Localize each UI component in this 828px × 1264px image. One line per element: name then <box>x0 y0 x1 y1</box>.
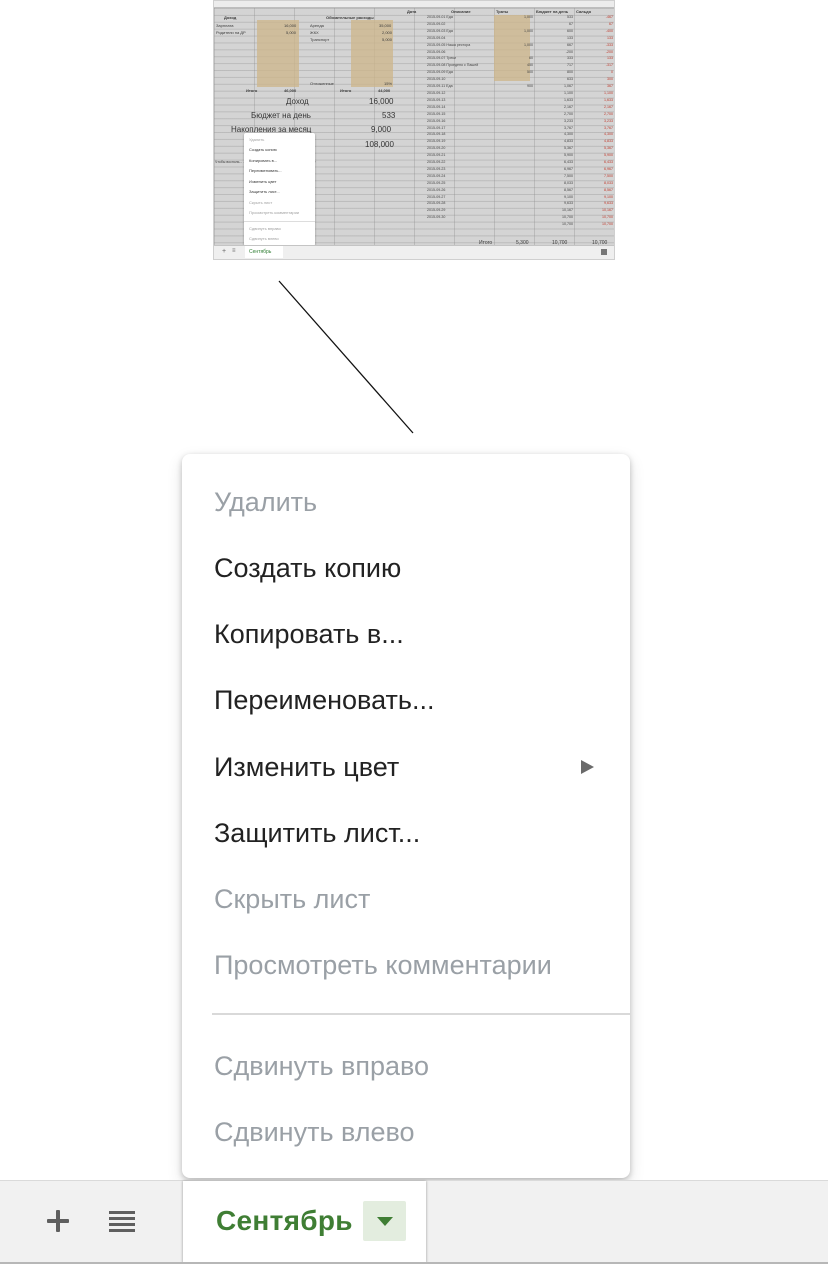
expense-row-label: ЖКХ <box>310 30 319 35</box>
summary-label: Бюджет на день <box>251 111 311 120</box>
menu-item-delete[interactable]: Удалить <box>182 471 630 533</box>
savings-value: 15% <box>384 81 393 86</box>
summary-value: 533 <box>382 111 396 120</box>
mini-menu-item: Копировать в... <box>249 158 278 163</box>
expense-row-label: Аренда <box>310 23 324 28</box>
mini-menu-item: Создать копию <box>249 147 277 152</box>
budget-column: 533 67 600 133 667 -200 333 717 800 633 … <box>562 15 573 227</box>
balance-column: -467 67 -400 133 -333 -200 133 -317 0 30… <box>602 15 613 227</box>
all-sheets-icon[interactable] <box>100 1201 144 1241</box>
menu-item-hide-sheet[interactable]: Скрыть лист <box>182 868 630 930</box>
column-header-row <box>214 1 614 8</box>
menu-item-move-left[interactable]: Сдвинуть влево <box>182 1101 630 1163</box>
summary-value: 16,000 <box>369 97 394 106</box>
thumbnail-context-menu: Удалить Создать копию Копировать в... Пе… <box>244 133 315 246</box>
total-value: 44,000 <box>378 88 391 93</box>
mini-menu-separator <box>244 221 315 222</box>
dates-column: 2015-09-01 Еда 2015-09-02 2015-09-03 Еда… <box>427 15 479 220</box>
expense-row-label: Транспорт <box>310 37 330 42</box>
total-label: Итого <box>340 88 352 93</box>
date-header: Дата <box>407 9 417 14</box>
menu-separator <box>212 1013 630 1015</box>
summary-value: 9,000 <box>371 125 392 134</box>
income-row-value: 16,000 <box>284 23 297 28</box>
plus-icon: + <box>222 248 227 255</box>
total-label: Итого <box>246 88 258 93</box>
sheet-context-menu: Удалить Создать копию Копировать в... Пе… <box>182 454 630 1178</box>
thumbnail-sheet-bar: + ≡ Сентябрь <box>214 245 614 259</box>
income-header: Доход <box>224 15 237 20</box>
explore-icon <box>601 249 607 255</box>
mini-menu-item: Удалить <box>249 137 265 142</box>
expense-row-value: 2,000 <box>382 30 393 35</box>
sheet-bar: Сентябрь <box>0 1180 828 1264</box>
income-row-value: 5,000 <box>286 30 297 35</box>
mini-menu-item: Скрыть лист <box>249 200 273 205</box>
plus-icon[interactable] <box>38 1201 78 1241</box>
expenses-header: Обязательные расходы <box>326 15 374 20</box>
sheet-tab-active[interactable]: Сентябрь <box>183 1181 426 1263</box>
menu-item-copy-to[interactable]: Копировать в... <box>182 603 630 665</box>
income-row-label: Зарплата <box>216 23 234 28</box>
mini-menu-item: Изменить цвет <box>249 179 277 184</box>
all-sheets-icon: ≡ <box>232 248 236 254</box>
triangle-down-icon[interactable] <box>363 1201 406 1241</box>
menu-item-label: Изменить цвет <box>214 751 400 782</box>
mini-menu-item: Переименовать... <box>249 168 282 173</box>
summary-value: 108,000 <box>365 140 394 149</box>
sheet-tab-label: Сентябрь <box>216 1205 353 1236</box>
mini-menu-item: Просмотреть комментарии <box>249 210 300 215</box>
submenu-arrow-icon <box>581 760 594 774</box>
menu-item-change-color[interactable]: Изменить цвет <box>182 736 630 798</box>
menu-item-move-right[interactable]: Сдвинуть вправо <box>182 1035 630 1097</box>
menu-item-view-comments[interactable]: Просмотреть комментарии <box>182 934 630 996</box>
thumbnail-sheet-tab: Сентябрь <box>245 246 283 258</box>
screen: Доход Обязательные расходы Зарплата 16,0… <box>0 0 828 1264</box>
expense-row-value: 5,000 <box>382 37 393 42</box>
spreadsheet-thumbnail: Доход Обязательные расходы Зарплата 16,0… <box>213 0 615 260</box>
spent-column: 1,000 1,000 1,000 60 450 500 900 <box>524 15 533 89</box>
menu-item-protect-sheet[interactable]: Защитить лист... <box>182 802 630 864</box>
mini-menu-item: Сдвинуть вправо <box>249 226 281 231</box>
mini-menu-item: Защитить лист... <box>249 189 280 194</box>
total-value: 46,000 <box>284 88 297 93</box>
income-row-label: Родители на ДР <box>216 30 246 35</box>
expense-row-value: 35,000 <box>379 23 392 28</box>
summary-label: Доход <box>286 97 309 106</box>
menu-item-rename[interactable]: Переименовать... <box>182 669 630 731</box>
menu-item-duplicate[interactable]: Создать копию <box>182 537 630 599</box>
savings-label: Отложенные <box>310 81 334 86</box>
mini-menu-item: Сдвинуть влево <box>249 236 279 241</box>
